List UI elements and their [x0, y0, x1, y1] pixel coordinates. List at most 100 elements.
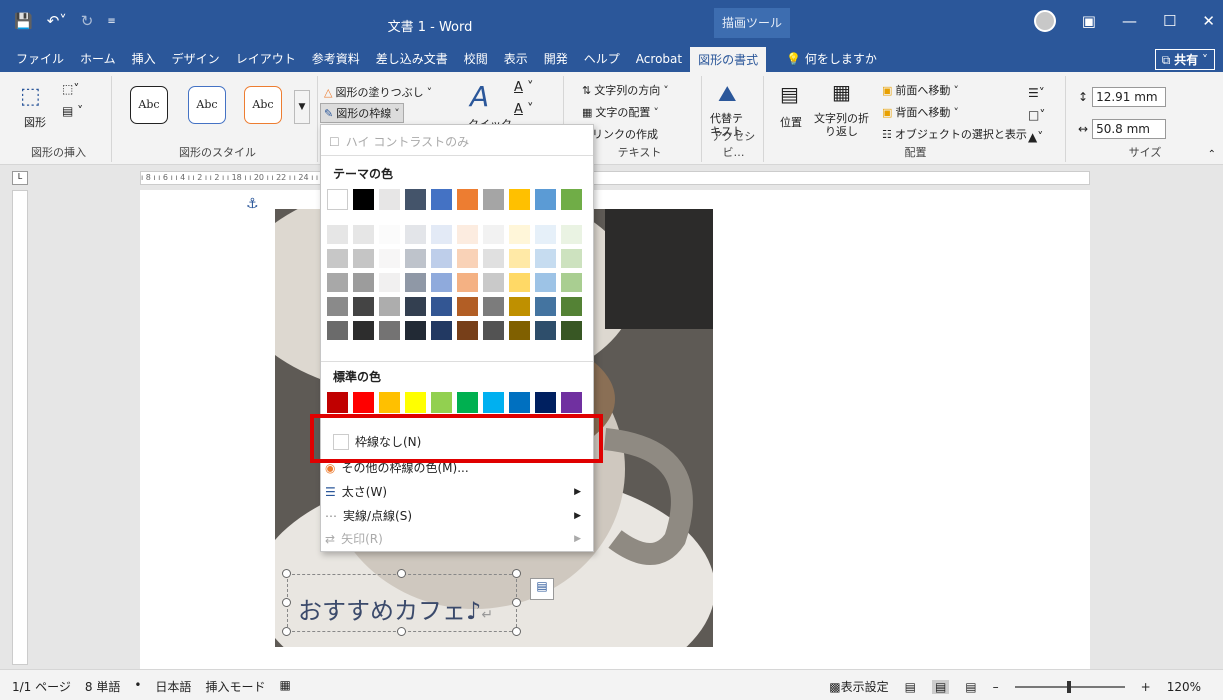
theme-shade-swatch[interactable]: [483, 321, 504, 340]
display-settings-button[interactable]: ▩表示設定: [829, 678, 888, 695]
tab-home[interactable]: ホーム: [72, 46, 124, 72]
tab-developer[interactable]: 開発: [536, 46, 576, 72]
resize-handle-sw[interactable]: [282, 627, 291, 636]
theme-shade-swatch[interactable]: [431, 273, 452, 292]
theme-shade-swatch[interactable]: [353, 321, 374, 340]
standard-color-swatch[interactable]: [509, 392, 530, 413]
theme-shade-swatch[interactable]: [379, 273, 400, 292]
theme-shade-swatch[interactable]: [535, 321, 556, 340]
theme-shade-swatch[interactable]: [457, 249, 478, 268]
close-icon[interactable]: ✕: [1202, 12, 1215, 30]
theme-color-swatch[interactable]: [379, 189, 400, 210]
tab-shape-format[interactable]: 図形の書式: [690, 46, 767, 72]
read-mode-icon[interactable]: ▤: [905, 680, 916, 694]
language-indicator[interactable]: 日本語: [155, 678, 191, 695]
maximize-icon[interactable]: ☐: [1163, 12, 1176, 30]
theme-shade-swatch[interactable]: [561, 321, 582, 340]
resize-handle-e[interactable]: [512, 598, 521, 607]
theme-shade-swatch[interactable]: [327, 297, 348, 316]
theme-shade-swatch[interactable]: [379, 321, 400, 340]
theme-shade-swatch[interactable]: [327, 249, 348, 268]
zoom-level[interactable]: 120%: [1167, 680, 1201, 694]
theme-color-swatch[interactable]: [431, 189, 452, 210]
theme-shade-swatch[interactable]: [457, 321, 478, 340]
vertical-ruler[interactable]: [12, 190, 28, 665]
share-button[interactable]: ⧉ 共有 ˅: [1154, 49, 1215, 70]
wrap-text-button[interactable]: 文字列の折 り返し: [814, 112, 869, 138]
theme-shade-swatch[interactable]: [327, 225, 348, 244]
tab-references[interactable]: 参考資料: [304, 46, 368, 72]
theme-shade-swatch[interactable]: [353, 225, 374, 244]
word-count[interactable]: 8 単語: [85, 678, 120, 695]
theme-shade-swatch[interactable]: [379, 249, 400, 268]
shape-outline-button[interactable]: ✎ 図形の枠線 ˅: [320, 103, 404, 123]
theme-shade-swatch[interactable]: [353, 297, 374, 316]
selection-pane-button[interactable]: ☷ オブジェクトの選択と表示: [882, 124, 1027, 144]
theme-shade-swatch[interactable]: [327, 273, 348, 292]
dashes-option[interactable]: ⋯ 実線/点線(S): [325, 507, 412, 524]
theme-shade-swatch[interactable]: [431, 249, 452, 268]
theme-shade-swatch[interactable]: [483, 225, 504, 244]
theme-shade-swatch[interactable]: [431, 225, 452, 244]
standard-color-swatch[interactable]: [483, 392, 504, 413]
theme-shade-swatch[interactable]: [535, 249, 556, 268]
theme-shade-swatch[interactable]: [561, 225, 582, 244]
shape-width-field[interactable]: ↔ 50.8 mm: [1078, 118, 1167, 140]
theme-color-swatch[interactable]: [535, 189, 556, 210]
theme-shade-swatch[interactable]: [405, 273, 426, 292]
zoom-slider-thumb[interactable]: [1066, 680, 1071, 693]
theme-shade-swatch[interactable]: [535, 225, 556, 244]
theme-shade-swatch[interactable]: [431, 297, 452, 316]
weight-option[interactable]: ☰ 太さ(W): [325, 483, 587, 500]
high-contrast-option[interactable]: ☐ ハイ コントラストのみ: [329, 133, 469, 150]
tab-help[interactable]: ヘルプ: [576, 46, 628, 72]
minimize-icon[interactable]: —: [1122, 12, 1137, 30]
resize-handle-s[interactable]: [397, 627, 406, 636]
theme-shade-swatch[interactable]: [535, 297, 556, 316]
theme-shade-swatch[interactable]: [405, 297, 426, 316]
styles-more-button[interactable]: ▼: [294, 90, 310, 124]
position-icon[interactable]: ▤: [780, 82, 799, 106]
theme-shade-swatch[interactable]: [561, 273, 582, 292]
standard-color-swatch[interactable]: [431, 392, 452, 413]
ribbon-display-icon[interactable]: ▣: [1082, 12, 1096, 30]
theme-shade-swatch[interactable]: [353, 273, 374, 292]
resize-handle-n[interactable]: [397, 569, 406, 578]
horizontal-ruler[interactable]: ı 8 ı ı 6 ı ı 4 ı ı 2 ı ı 2 ı ı 18 ı ı 2…: [140, 171, 1090, 185]
theme-shade-swatch[interactable]: [353, 249, 374, 268]
tab-insert[interactable]: 挿入: [124, 46, 164, 72]
zoom-out-button[interactable]: –: [993, 680, 999, 694]
theme-shade-swatch[interactable]: [483, 297, 504, 316]
theme-shade-swatch[interactable]: [561, 249, 582, 268]
shape-height-field[interactable]: ↕ 12.91 mm: [1078, 86, 1167, 108]
tab-mailings[interactable]: 差し込み文書: [368, 46, 456, 72]
theme-shade-swatch[interactable]: [457, 273, 478, 292]
theme-shade-swatch[interactable]: [457, 225, 478, 244]
resize-handle-ne[interactable]: [512, 569, 521, 578]
theme-color-swatch[interactable]: [509, 189, 530, 210]
tab-selector[interactable]: L: [12, 171, 28, 185]
style-preset-3[interactable]: Abc: [244, 86, 282, 124]
resize-handle-se[interactable]: [512, 627, 521, 636]
resize-handle-nw[interactable]: [282, 569, 291, 578]
bring-forward-button[interactable]: ▣ 前面へ移動 ˅: [882, 80, 959, 100]
tab-acrobat[interactable]: Acrobat: [628, 46, 690, 72]
theme-shade-swatch[interactable]: [561, 297, 582, 316]
send-backward-button[interactable]: ▣ 背面へ移動 ˅: [882, 102, 959, 122]
theme-color-swatch[interactable]: [327, 189, 348, 210]
edit-shape-icon[interactable]: ⬚˅: [62, 82, 79, 96]
layout-options-icon[interactable]: ▤: [530, 578, 554, 600]
theme-shade-swatch[interactable]: [509, 297, 530, 316]
zoom-in-button[interactable]: +: [1141, 680, 1151, 694]
standard-color-swatch[interactable]: [535, 392, 556, 413]
standard-color-swatch[interactable]: [379, 392, 400, 413]
shape-height-value[interactable]: 12.91 mm: [1092, 87, 1167, 107]
standard-color-swatch[interactable]: [353, 392, 374, 413]
theme-shade-swatch[interactable]: [509, 225, 530, 244]
text-box-content[interactable]: おすすめカフェ♪: [298, 597, 481, 625]
theme-shade-swatch[interactable]: [379, 297, 400, 316]
theme-shade-swatch[interactable]: [535, 273, 556, 292]
theme-color-swatch[interactable]: [405, 189, 426, 210]
tab-review[interactable]: 校閲: [456, 46, 496, 72]
insert-mode-indicator[interactable]: 挿入モード: [205, 678, 265, 695]
